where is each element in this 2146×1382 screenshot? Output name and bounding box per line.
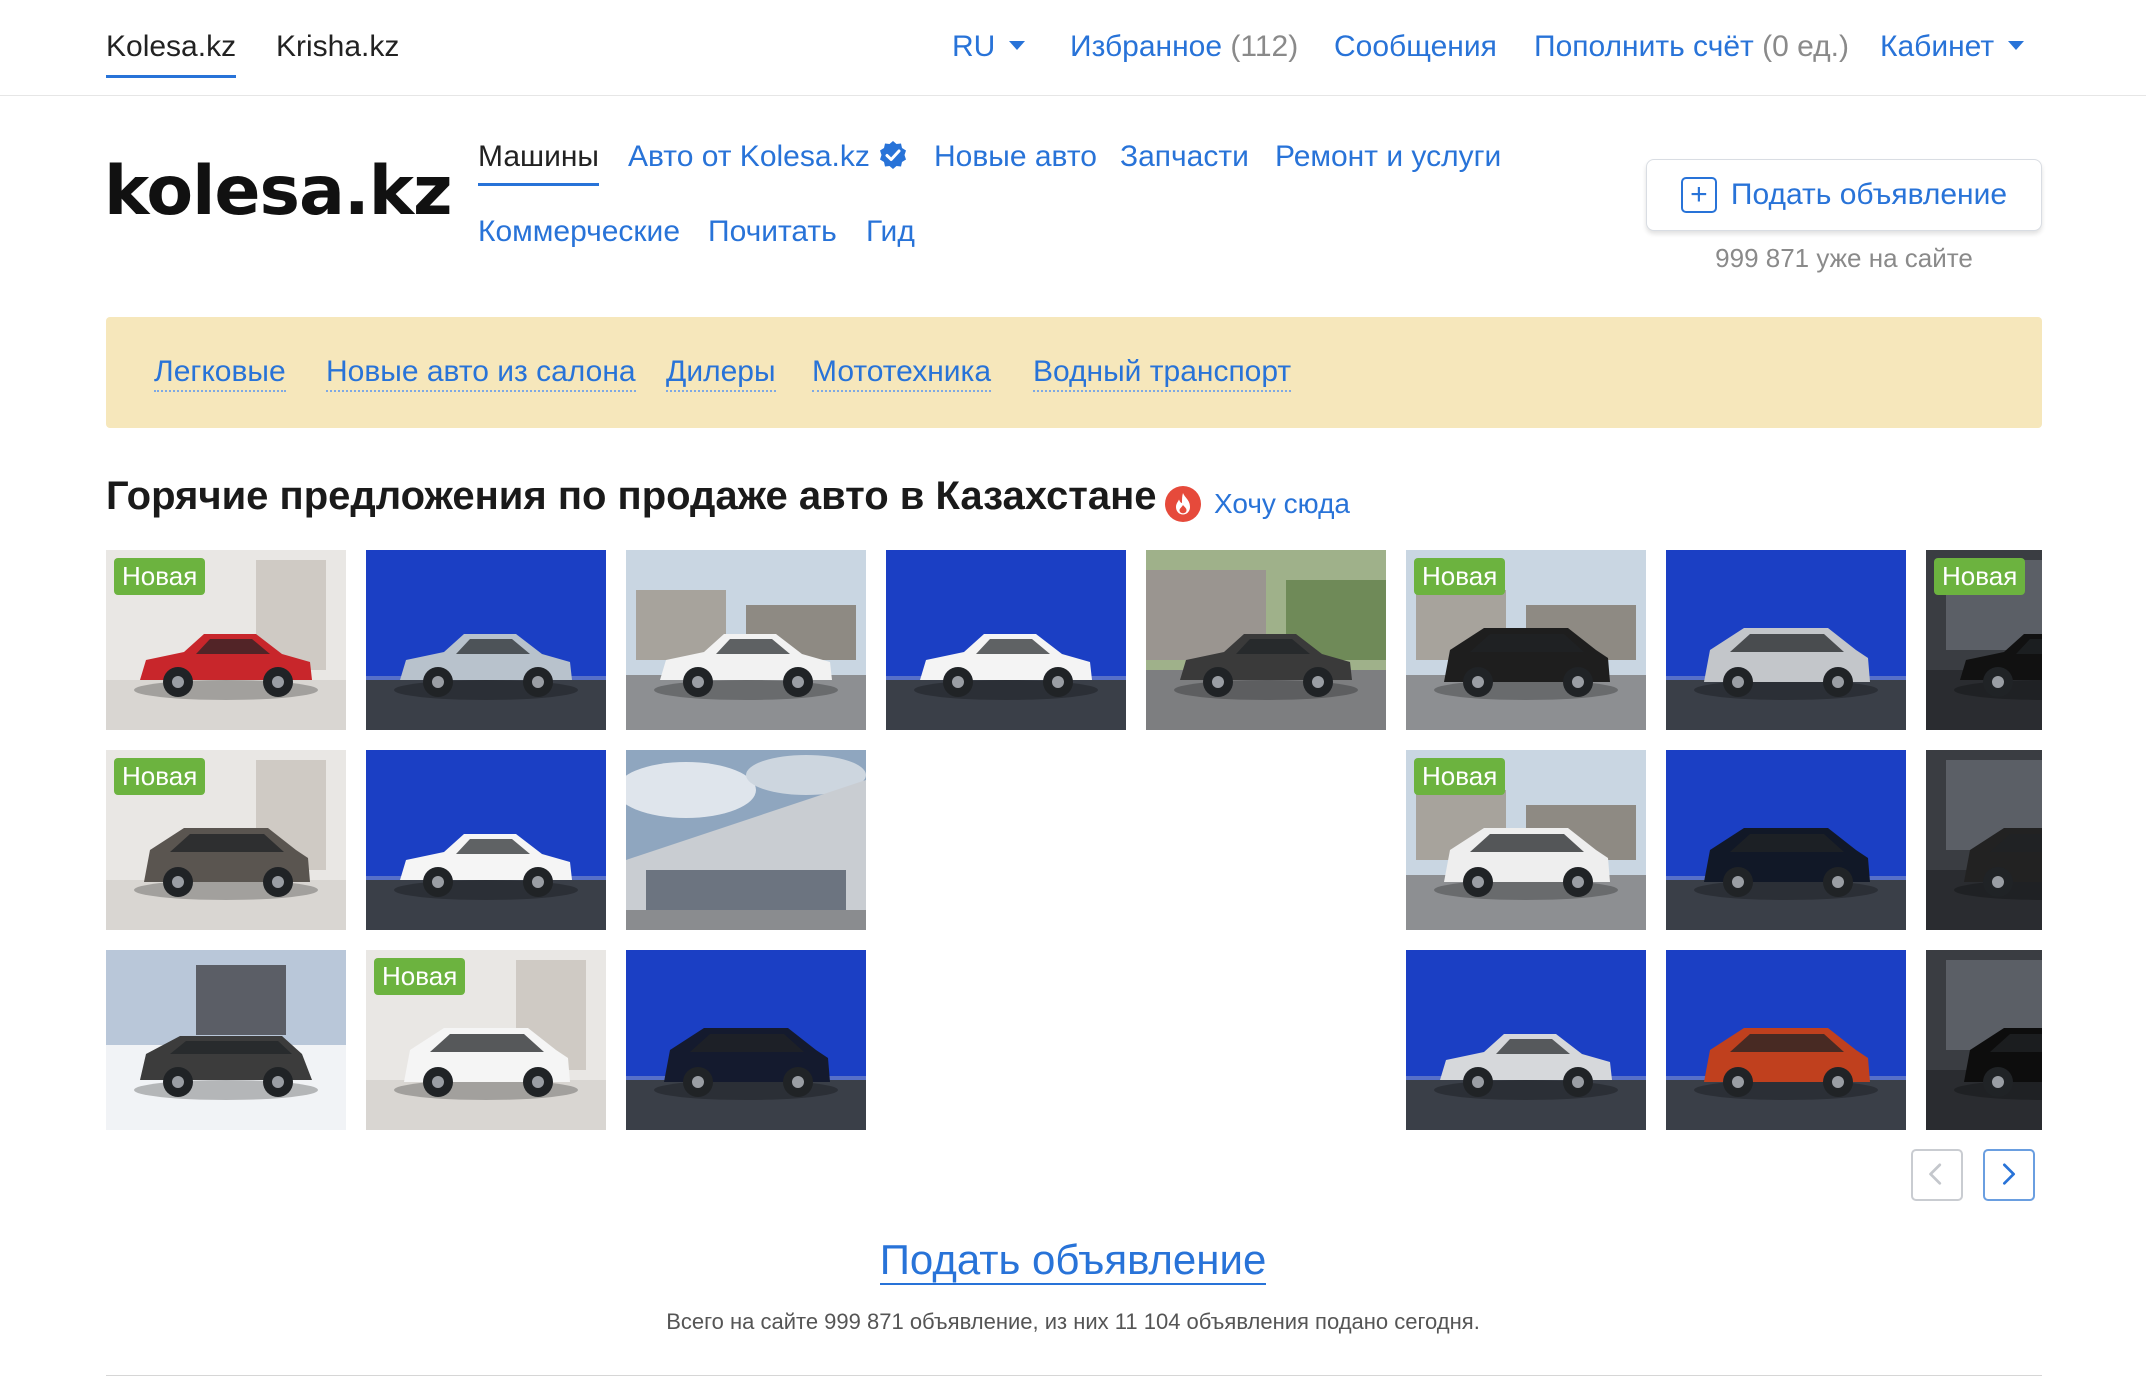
site-tab-kolesa[interactable]: Kolesa.kz — [106, 30, 237, 78]
car-listing-tile[interactable] — [1926, 950, 2042, 1130]
car-listing-tile[interactable] — [886, 550, 1126, 730]
new-badge: Новая — [1414, 758, 1506, 795]
nav-kolesa-auto-label: Авто от Kolesa.kz — [628, 140, 870, 173]
post-ad-footer-link[interactable]: Подать объявление — [0, 1236, 2146, 1285]
car-listing-tile[interactable]: Новая — [1406, 750, 1646, 930]
cabinet-menu[interactable]: Кабинет — [1880, 30, 2025, 64]
car-listing-tile[interactable] — [1666, 550, 1906, 730]
car-listing-tile[interactable]: Новая — [106, 750, 346, 930]
favorites-count: (112) — [1230, 30, 1299, 63]
fire-icon — [1165, 486, 1201, 522]
nav-new-cars[interactable]: Новые авто — [934, 140, 1097, 174]
car-listing-tile[interactable]: Новая — [106, 550, 346, 730]
car-listing-tile[interactable] — [626, 950, 866, 1130]
car-listing-tile[interactable]: Новая — [1406, 550, 1646, 730]
post-ad-button[interactable]: + Подать объявление — [1646, 159, 2042, 231]
nav-cars[interactable]: Машины — [478, 140, 599, 186]
category-moto[interactable]: Мототехника — [812, 355, 992, 392]
car-listing-tile[interactable] — [366, 750, 606, 930]
category-cars[interactable]: Легковые — [154, 355, 286, 392]
plus-box-icon: + — [1680, 177, 1717, 213]
post-ad-footer-label: Подать объявление — [879, 1236, 1267, 1285]
car-listing-tile[interactable] — [1406, 950, 1646, 1130]
new-badge: Новая — [1934, 558, 2026, 595]
car-photo — [1926, 750, 2042, 930]
hot-offers-grid: Новая Новая Новая Новая Новая Новая — [106, 550, 2042, 1130]
topup-link[interactable]: Пополнить счёт (0 ед.) — [1534, 30, 1849, 64]
car-photo — [626, 750, 866, 930]
car-photo — [1666, 550, 1906, 730]
car-photo — [626, 950, 866, 1130]
car-photo — [1926, 950, 2042, 1130]
nav-kolesa-auto[interactable]: Авто от Kolesa.kz — [628, 140, 908, 174]
car-listing-tile[interactable] — [1666, 950, 1906, 1130]
topup-label: Пополнить счёт — [1534, 30, 1754, 63]
divider — [106, 1375, 2042, 1376]
caret-down-icon — [2008, 40, 2025, 50]
category-new-from-showroom[interactable]: Новые авто из салона — [326, 355, 636, 392]
arrow-left-icon — [1929, 1163, 1942, 1185]
nav-commercial[interactable]: Коммерческие — [478, 215, 680, 249]
nav-guide[interactable]: Гид — [866, 215, 915, 249]
car-listing-tile[interactable] — [1926, 750, 2042, 930]
language-label: RU — [952, 30, 996, 63]
nav-parts[interactable]: Запчасти — [1120, 140, 1249, 174]
car-photo — [366, 550, 606, 730]
carousel-next-button[interactable] — [1983, 1149, 2035, 1201]
car-listing-tile[interactable]: Новая — [366, 950, 606, 1130]
favorites-label: Избранное — [1070, 30, 1223, 63]
car-photo — [1666, 750, 1906, 930]
ads-count-text: 999 871 уже на сайте — [1715, 243, 1973, 273]
car-listing-tile[interactable] — [1666, 750, 1906, 930]
car-photo — [626, 550, 866, 730]
car-listing-tile[interactable] — [626, 750, 866, 930]
site-logo[interactable]: kolesa.kz — [104, 158, 453, 226]
car-listing-tile[interactable]: Новая — [1926, 550, 2042, 730]
totals-text: Всего на сайте 999 871 объявление, из ни… — [666, 1309, 1480, 1334]
car-photo — [1146, 550, 1386, 730]
verified-badge-icon — [879, 141, 906, 170]
hot-offers-title: Горячие предложения по продаже авто в Ка… — [106, 474, 1157, 518]
topup-units: (0 ед.) — [1762, 30, 1849, 63]
car-listing-tile[interactable] — [1146, 550, 1386, 730]
messages-label: Сообщения — [1334, 30, 1497, 63]
top-bar: Kolesa.kz Krisha.kz RU Избранное (112) С… — [0, 0, 2146, 96]
language-selector[interactable]: RU — [952, 30, 1026, 64]
caret-down-icon — [1009, 40, 1026, 50]
car-photo — [1666, 950, 1906, 1130]
want-here-link[interactable]: Хочу сюда — [1214, 488, 1350, 520]
category-bar: Легковые Новые авто из салона Дилеры Мот… — [106, 317, 2042, 428]
site-tab-krisha[interactable]: Krisha.kz — [276, 30, 399, 64]
car-photo — [886, 550, 1126, 730]
carousel-prev-button[interactable] — [1911, 1149, 1963, 1201]
post-ad-label: Подать объявление — [1730, 178, 2008, 211]
category-water-transport[interactable]: Водный транспорт — [1033, 355, 1292, 392]
category-dealers[interactable]: Дилеры — [666, 355, 776, 392]
car-listing-tile[interactable] — [106, 950, 346, 1130]
nav-read[interactable]: Почитать — [708, 215, 837, 249]
nav-repair-services[interactable]: Ремонт и услуги — [1275, 140, 1501, 174]
new-badge: Новая — [374, 958, 466, 995]
car-photo — [106, 950, 346, 1130]
arrow-right-icon — [2003, 1163, 2015, 1185]
new-badge: Новая — [114, 758, 206, 795]
favorites-link[interactable]: Избранное (112) — [1070, 30, 1298, 64]
car-listing-tile[interactable] — [366, 550, 606, 730]
cabinet-label: Кабинет — [1880, 30, 1995, 63]
new-badge: Новая — [1414, 558, 1506, 595]
car-listing-tile[interactable] — [626, 550, 866, 730]
messages-link[interactable]: Сообщения — [1334, 30, 1497, 64]
new-badge: Новая — [114, 558, 206, 595]
car-photo — [366, 750, 606, 930]
car-photo — [1406, 950, 1646, 1130]
